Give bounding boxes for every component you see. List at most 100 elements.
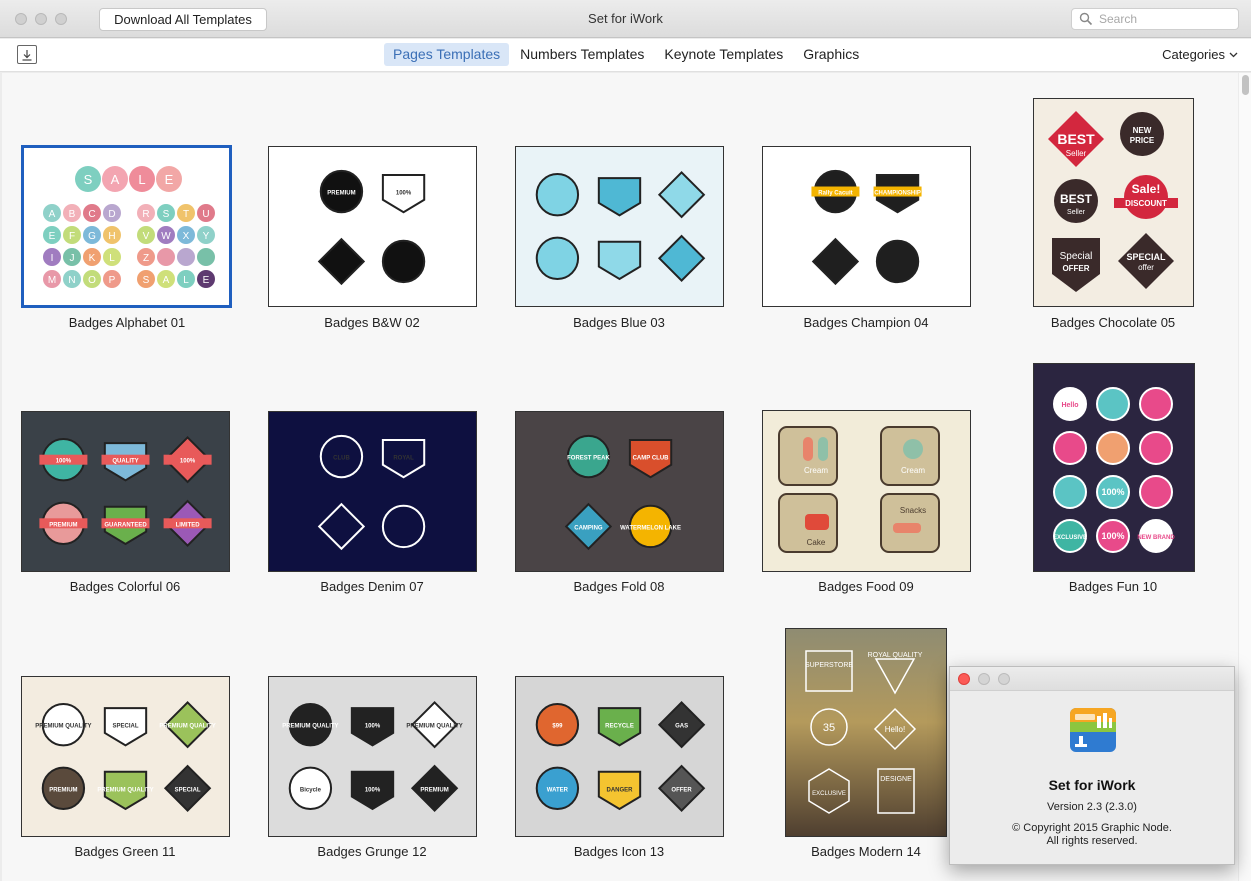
badge-letter: A (111, 172, 120, 187)
badge-text: BEST (1057, 131, 1095, 147)
download-button[interactable] (17, 45, 37, 64)
tab-graphics[interactable]: Graphics (794, 43, 868, 66)
badge-letter: M (48, 275, 56, 286)
category-tabs: Pages Templates Numbers Templates Keynot… (384, 43, 870, 66)
badge-text: NEW (1133, 126, 1152, 135)
close-button[interactable] (15, 13, 27, 25)
badge-text: SPECIAL (175, 787, 201, 793)
template-label: Badges Fold 08 (573, 579, 665, 594)
about-zoom-button[interactable] (998, 673, 1010, 685)
badge-shape (597, 177, 642, 217)
badge-text: PREMIUM QUALITY (282, 724, 338, 730)
badge-text: OFFER (671, 787, 692, 793)
template-label: Badges Fun 10 (1068, 579, 1158, 594)
badge-letter: K (89, 253, 96, 264)
about-copyright-line1: © Copyright 2015 Graphic Node. (1012, 822, 1172, 834)
badge-shape (811, 237, 860, 286)
badge-text: CHAMPIONSHIP (874, 191, 921, 197)
badge-text: NEW BRAND (1137, 535, 1175, 541)
minimize-button[interactable] (35, 13, 47, 25)
template-thumbnail[interactable] (515, 146, 724, 307)
categories-menu[interactable]: Categories (1162, 47, 1238, 62)
thumbnail-art: SUPERSTORE ROYAL QUALITY 35 Hello! EXCLUSIVE… (786, 629, 946, 836)
photo-background (786, 629, 946, 836)
food-icon (818, 437, 828, 461)
badge-text: Hello! (885, 725, 905, 734)
template-thumbnail[interactable]: PREMIUM 100% (268, 146, 477, 307)
tab-numbers-templates[interactable]: Numbers Templates (511, 43, 653, 66)
search-field[interactable] (1071, 8, 1239, 30)
vertical-scrollbar[interactable] (1238, 73, 1251, 881)
thumbnail-art: PREMIUM QUALITY 100% PREMIUM QUALITY Bicycl… (282, 701, 463, 812)
tab-pages-templates[interactable]: Pages Templates (384, 43, 510, 66)
scrollbar-thumb[interactable] (1242, 75, 1249, 95)
template-thumbnail[interactable]: CLUB ROYAL (268, 411, 477, 572)
download-all-templates-button[interactable]: Download All Templates (99, 8, 267, 31)
badge-text: CLUB (333, 456, 350, 462)
food-icon (903, 439, 923, 459)
search-input[interactable] (1099, 12, 1229, 26)
title-bar[interactable]: Download All Templates Set for iWork (0, 0, 1251, 38)
badge-text: SPECIAL (112, 724, 138, 730)
badge-shape (1096, 431, 1130, 465)
badge-text: Seller (1067, 209, 1086, 216)
badge-letter: L (109, 253, 115, 264)
badge-text: FOREST PEAK (567, 456, 610, 462)
badge-shape (657, 234, 706, 282)
badge-text: PREMIUM QUALITY (35, 724, 91, 730)
badge-text: 100% (56, 459, 72, 465)
badge-text: 100% (365, 724, 381, 730)
badge-text: 100% (180, 459, 196, 465)
categories-label: Categories (1162, 47, 1225, 62)
badge-letter: S (163, 209, 170, 220)
badge-text: Snacks (900, 506, 926, 515)
badge-text: Hello (1061, 402, 1078, 409)
template-label: Badges Colorful 06 (69, 579, 181, 594)
about-title-bar[interactable] (950, 667, 1234, 691)
zoom-button[interactable] (55, 13, 67, 25)
badge-shape (317, 237, 366, 286)
template-thumbnail[interactable]: SALEARBSCTDUEVFWGXHYIZJKLMSNAOLPE (21, 145, 232, 308)
template-thumbnail[interactable]: Rally Cacuit CHAMPIONSHIP (762, 146, 971, 307)
badge-text: QUALITY (112, 459, 138, 465)
badge-shape (1139, 431, 1173, 465)
badge-text: EXCLUSIVE (812, 791, 846, 797)
food-icon (803, 437, 813, 461)
badge-letter: Z (143, 253, 149, 264)
badge-letter: W (161, 231, 171, 242)
download-tray-icon (22, 49, 32, 61)
template-thumbnail[interactable]: PREMIUM QUALITY 100% PREMIUM QUALITY Bicycl… (268, 676, 477, 837)
badge-text: BEST (1060, 192, 1093, 206)
template-label: Badges Food 09 (818, 579, 914, 594)
badge-shape (1139, 387, 1173, 421)
thumbnail-art: CLUB ROYAL (317, 434, 426, 551)
template-thumbnail[interactable]: $99 RECYCLE GAS WATER DANGER OFFER (515, 676, 724, 837)
tab-keynote-templates[interactable]: Keynote Templates (655, 43, 792, 66)
about-app-name: Set for iWork (1048, 777, 1136, 793)
badge-letter: J (70, 253, 75, 264)
template-label: Badges Blue 03 (573, 315, 665, 330)
badge-shape (535, 173, 580, 217)
badge-letter: S (143, 275, 150, 286)
template-thumbnail[interactable]: 100% QUALITY 100% PREMIUM GUARANTEED LIMITED (21, 411, 230, 572)
badge-letter: E (49, 231, 56, 242)
template-thumbnail[interactable]: Hello 100% EXCLUSIVE 100% NEW BRAND (1033, 363, 1195, 572)
about-close-button[interactable] (958, 673, 970, 685)
badge-text: 100% (1101, 531, 1124, 541)
badge-text: 35 (823, 722, 835, 734)
badge-shape (535, 236, 580, 280)
badge-letter: U (202, 209, 209, 220)
badge-letter: I (51, 253, 54, 264)
template-label: Badges Champion 04 (803, 315, 929, 330)
badge-text: offer (1138, 263, 1154, 272)
template-thumbnail[interactable]: FOREST PEAK CAMP CLUB CAMPING WATERMELON LA… (515, 411, 724, 572)
template-thumbnail[interactable]: Cream Cream Cake Snacks (762, 410, 971, 572)
badge-text: LIMITED (176, 522, 201, 528)
template-thumbnail[interactable]: BEST Seller NEW PRICE BEST Seller Sale! DISCOUN… (1033, 98, 1194, 307)
badge-text: ROYAL (393, 456, 414, 462)
template-thumbnail[interactable]: PREMIUM QUALITY SPECIAL PREMIUM QUALITY PRE… (21, 676, 230, 837)
template-thumbnail[interactable]: SUPERSTORE ROYAL QUALITY 35 Hello! EXCLUSIVE… (785, 628, 947, 837)
about-minimize-button[interactable] (978, 673, 990, 685)
badge-text: DESIGNE (880, 776, 912, 783)
template-label: Badges Denim 07 (320, 579, 424, 594)
